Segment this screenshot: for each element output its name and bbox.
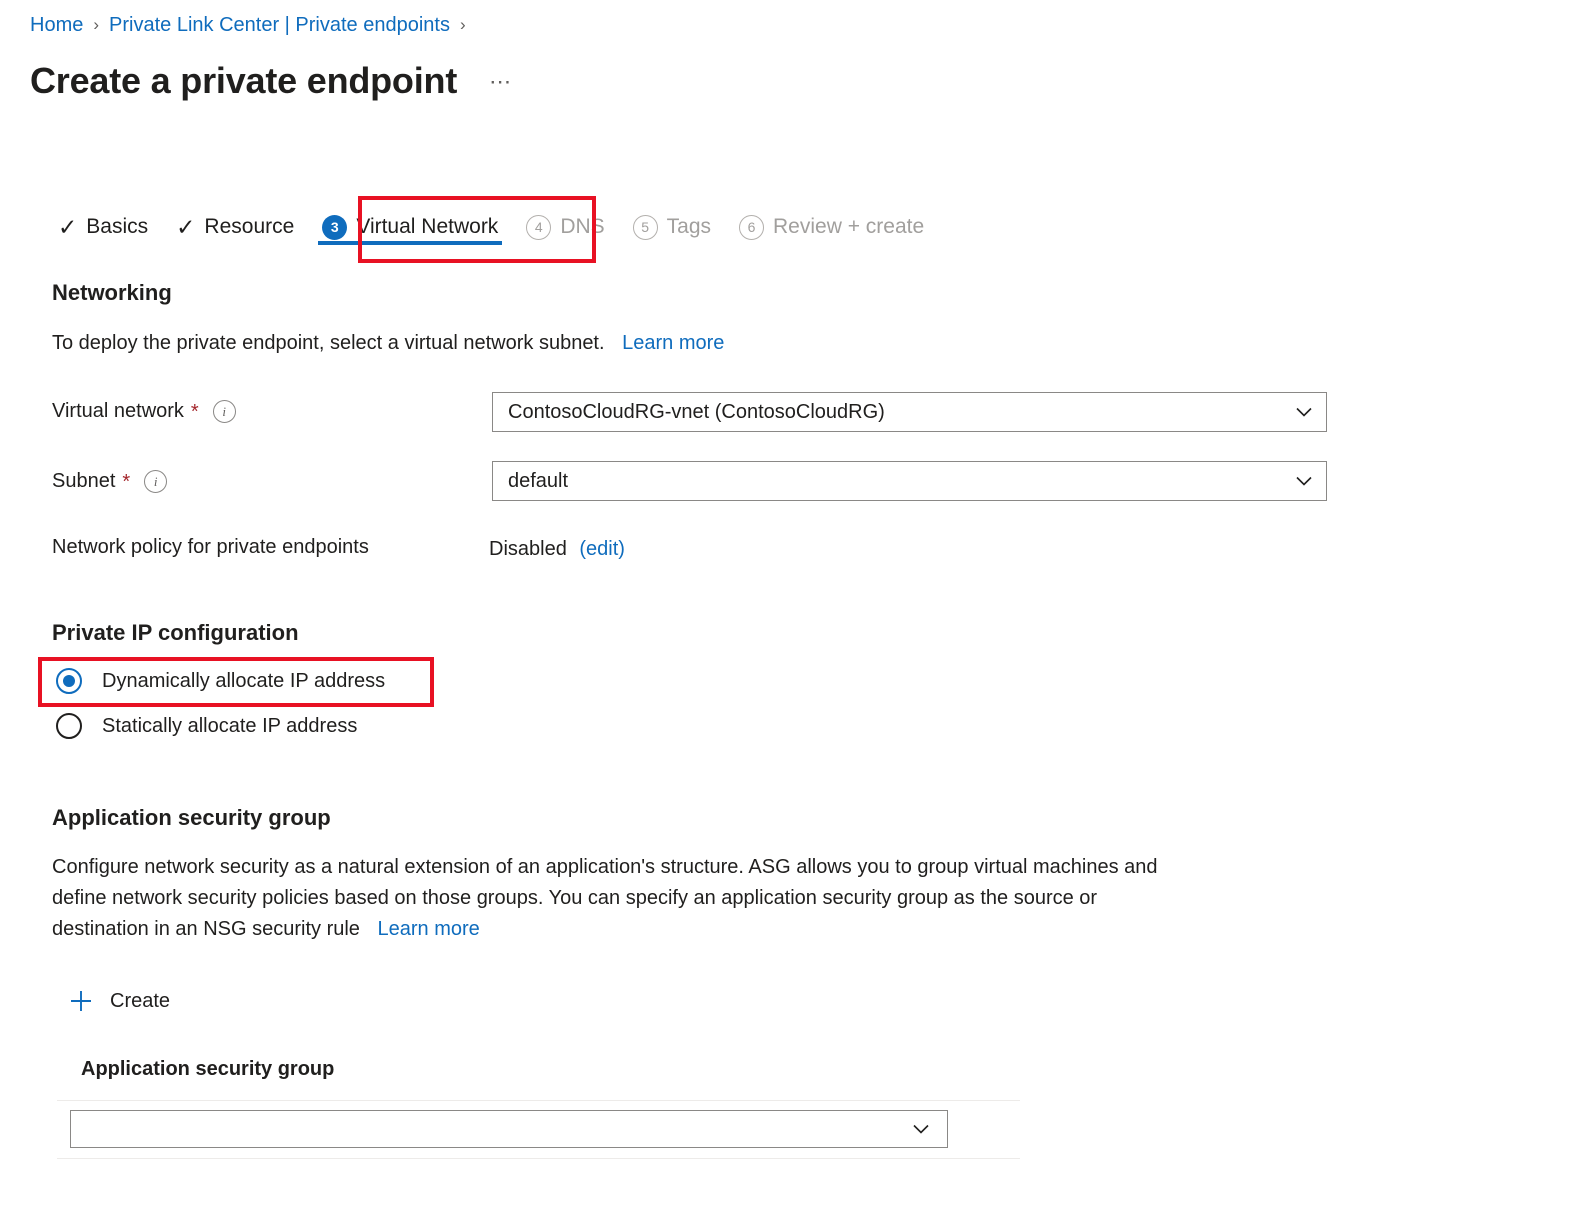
plus-icon [71, 991, 91, 1011]
network-policy-value: Disabled [489, 538, 567, 560]
page-title: Create a private endpoint [30, 60, 458, 101]
tab-dns-label: DNS [560, 215, 605, 238]
tab-review-create-label: Review + create [773, 215, 925, 238]
asg-table-divider-top [57, 1100, 1020, 1101]
chevron-down-icon [1296, 407, 1312, 417]
step-number-badge: 4 [526, 214, 552, 240]
tab-virtual-network-label: Virtual Network [356, 215, 499, 238]
asg-description: Configure network security as a natural … [52, 852, 1352, 945]
check-icon: ✓ [58, 213, 78, 240]
tab-tags[interactable]: 5 Tags [619, 203, 725, 251]
radio-selected-icon [56, 668, 82, 694]
tab-resource-label: Resource [204, 215, 295, 238]
asg-table-divider-bottom [57, 1158, 1020, 1159]
network-policy-label: Network policy for private endpoints [52, 536, 369, 558]
network-policy-value-row: Disabled (edit) [489, 534, 625, 565]
info-icon[interactable]: i [144, 470, 168, 493]
tab-review-create[interactable]: 6 Review + create [725, 203, 938, 251]
breadcrumb-item-home[interactable]: Home [30, 12, 83, 38]
asg-description-line-3: destination in an NSG security rule [52, 918, 360, 940]
radio-statically-allocate-ip[interactable]: Statically allocate IP address [56, 713, 357, 739]
chevron-down-icon [1296, 476, 1312, 486]
asg-column-header: Application security group [81, 1058, 335, 1080]
virtual-network-value: ContosoCloudRG-vnet (ContosoCloudRG) [508, 400, 885, 423]
networking-heading: Networking [52, 280, 172, 305]
radio-dynamically-allocate-ip-label: Dynamically allocate IP address [102, 669, 386, 692]
tab-basics-label: Basics [86, 215, 149, 238]
radio-statically-allocate-ip-label: Statically allocate IP address [102, 714, 358, 737]
virtual-network-label: Virtual network [52, 400, 184, 422]
breadcrumb-item-private-link-center[interactable]: Private Link Center | Private endpoints [109, 12, 450, 38]
radio-unselected-icon [56, 713, 82, 739]
step-number-badge: 3 [322, 214, 348, 240]
subnet-label: Subnet [52, 470, 116, 492]
info-icon[interactable]: i [212, 400, 236, 423]
required-asterisk: * [122, 470, 131, 493]
step-number-badge: 5 [632, 214, 658, 240]
breadcrumb-separator-icon-2: › [459, 15, 466, 34]
check-icon: ✓ [176, 213, 196, 240]
more-options-icon[interactable]: ⋯ [489, 69, 513, 95]
networking-description-text: To deploy the private endpoint, select a… [52, 332, 605, 354]
breadcrumb-separator-icon: › [93, 15, 100, 34]
breadcrumb: Home › Private Link Center | Private end… [30, 12, 476, 38]
tab-virtual-network[interactable]: 3 Virtual Network [308, 203, 512, 251]
asg-description-line-1: Configure network security as a natural … [52, 856, 1158, 878]
private-ip-configuration-heading: Private IP configuration [52, 620, 299, 645]
virtual-network-label-row: Virtual network * i [52, 400, 236, 423]
active-tab-underline [318, 241, 503, 245]
asg-description-line-2: define network security policies based o… [52, 887, 1098, 909]
subnet-dropdown[interactable]: default [492, 461, 1327, 501]
step-number-badge: 6 [739, 214, 765, 240]
create-asg-button[interactable]: Create [68, 988, 170, 1014]
asg-select-dropdown[interactable] [70, 1110, 948, 1148]
page-title-row: Create a private endpoint ⋯ [30, 57, 513, 105]
radio-dot [63, 675, 75, 687]
radio-dynamically-allocate-ip[interactable]: Dynamically allocate IP address [56, 668, 385, 694]
create-asg-label: Create [110, 989, 171, 1012]
subnet-value: default [508, 469, 569, 492]
wizard-tabs: ✓ Basics ✓ Resource 3 Virtual Network 4 … [44, 203, 938, 251]
tab-basics[interactable]: ✓ Basics [44, 203, 162, 251]
tab-tags-label: Tags [666, 215, 712, 238]
networking-description: To deploy the private endpoint, select a… [52, 328, 724, 359]
asg-heading: Application security group [52, 805, 331, 830]
tab-resource[interactable]: ✓ Resource [162, 203, 308, 251]
asg-learn-more-link[interactable]: Learn more [378, 918, 480, 940]
required-asterisk: * [190, 400, 199, 423]
networking-learn-more-link[interactable]: Learn more [622, 332, 724, 354]
subnet-label-row: Subnet * i [52, 470, 168, 493]
asg-description-line-3-row: destination in an NSG security rule Lear… [52, 914, 1352, 945]
virtual-network-dropdown[interactable]: ContosoCloudRG-vnet (ContosoCloudRG) [492, 392, 1327, 432]
chevron-down-icon [913, 1124, 929, 1134]
tab-dns[interactable]: 4 DNS [512, 203, 618, 251]
network-policy-edit-link[interactable]: (edit) [579, 538, 625, 560]
